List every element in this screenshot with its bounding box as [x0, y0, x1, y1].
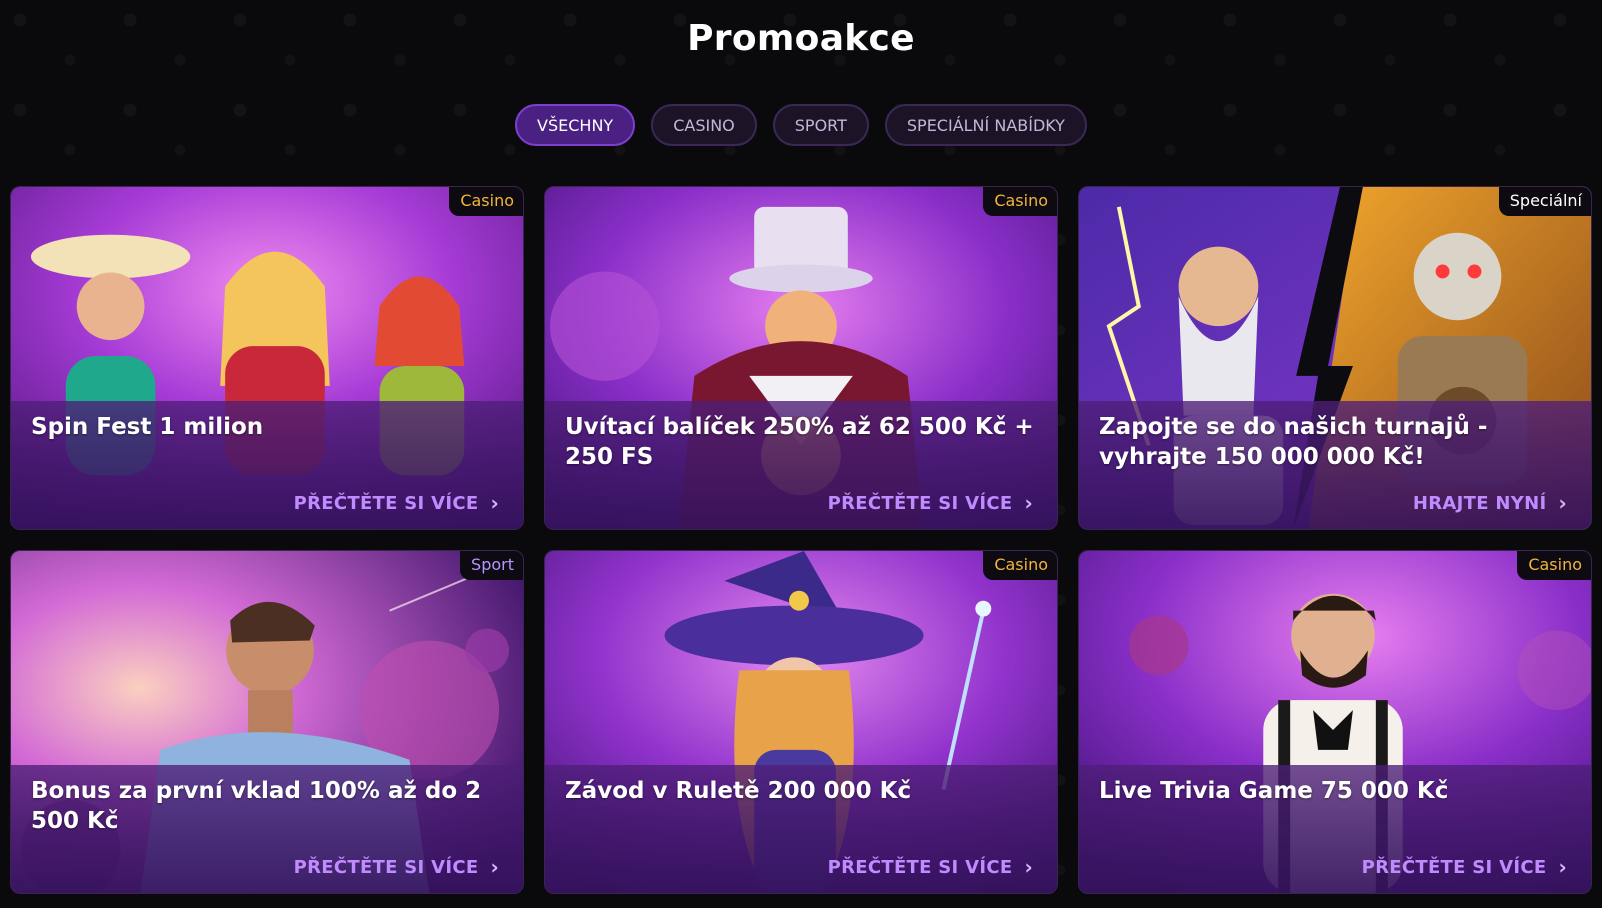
page-title: Promoakce — [687, 18, 915, 59]
promo-title: Spin Fest 1 milion — [31, 414, 264, 440]
promo-title: Live Trivia Game 75 000 Kč — [1099, 778, 1449, 804]
chevron-right-icon: › — [1024, 855, 1033, 879]
read-more-link[interactable]: PŘEČTĚTE SI VÍCE › — [1362, 855, 1567, 879]
chevron-right-icon: › — [490, 855, 499, 879]
category-badge: Casino — [983, 187, 1057, 216]
promo-card[interactable]: Casino Závod v Ruletě 200 000 Kč PŘEČTĚT… — [544, 550, 1058, 894]
read-more-link[interactable]: PŘEČTĚTE SI VÍCE › — [828, 491, 1033, 515]
tab-casino[interactable]: CASINO — [651, 104, 757, 146]
promo-grid: Casino Spin Fest 1 milion PŘEČTĚTE SI VÍ… — [10, 186, 1592, 894]
promo-title: Závod v Ruletě 200 000 Kč — [565, 778, 912, 804]
promo-title: Bonus za první vklad 100% až do 2 500 Kč — [31, 778, 482, 834]
promo-card[interactable]: Casino Spin Fest 1 milion PŘEČTĚTE SI VÍ… — [10, 186, 524, 530]
chevron-right-icon: › — [1024, 491, 1033, 515]
cta-label: PŘEČTĚTE SI VÍCE — [293, 856, 479, 878]
tab-special-offers[interactable]: SPECIÁLNÍ NABÍDKY — [884, 104, 1087, 146]
tab-vsechny[interactable]: VŠECHNY — [515, 104, 636, 146]
chevron-right-icon: › — [1558, 855, 1567, 879]
promo-card[interactable]: Speciální Zapojte se do našich turnajů -… — [1078, 186, 1592, 530]
cta-label: PŘEČTĚTE SI VÍCE — [827, 856, 1013, 878]
promo-card[interactable]: Sport Bonus za první vklad 100% až do 2 … — [10, 550, 524, 894]
category-badge: Speciální — [1498, 187, 1591, 216]
promo-card[interactable]: Casino Uvítací balíček 250% až 62 500 Kč… — [544, 186, 1058, 530]
promo-title: Zapojte se do našich turnajů - vyhrajte … — [1099, 414, 1488, 470]
category-badge: Sport — [460, 551, 523, 580]
read-more-link[interactable]: PŘEČTĚTE SI VÍCE › — [828, 855, 1033, 879]
category-badge: Casino — [449, 187, 523, 216]
category-badge: Casino — [983, 551, 1057, 580]
promo-title: Uvítací balíček 250% až 62 500 Kč + 250 … — [565, 414, 1034, 470]
promo-card[interactable]: Casino Live Trivia Game 75 000 Kč PŘEČTĚ… — [1078, 550, 1592, 894]
chevron-right-icon: › — [490, 491, 499, 515]
tab-sport[interactable]: SPORT — [772, 104, 869, 146]
read-more-link[interactable]: PŘEČTĚTE SI VÍCE › — [294, 855, 499, 879]
cta-label: PŘEČTĚTE SI VÍCE — [293, 492, 479, 514]
filter-tabs: VŠECHNY CASINO SPORT SPECIÁLNÍ NABÍDKY — [0, 104, 1602, 146]
cta-label: PŘEČTĚTE SI VÍCE — [1361, 856, 1547, 878]
play-now-link[interactable]: HRAJTE NYNÍ › — [1413, 491, 1567, 515]
cta-label: PŘEČTĚTE SI VÍCE — [827, 492, 1013, 514]
read-more-link[interactable]: PŘEČTĚTE SI VÍCE › — [294, 491, 499, 515]
chevron-right-icon: › — [1558, 491, 1567, 515]
cta-label: HRAJTE NYNÍ — [1412, 492, 1547, 514]
category-badge: Casino — [1517, 551, 1591, 580]
